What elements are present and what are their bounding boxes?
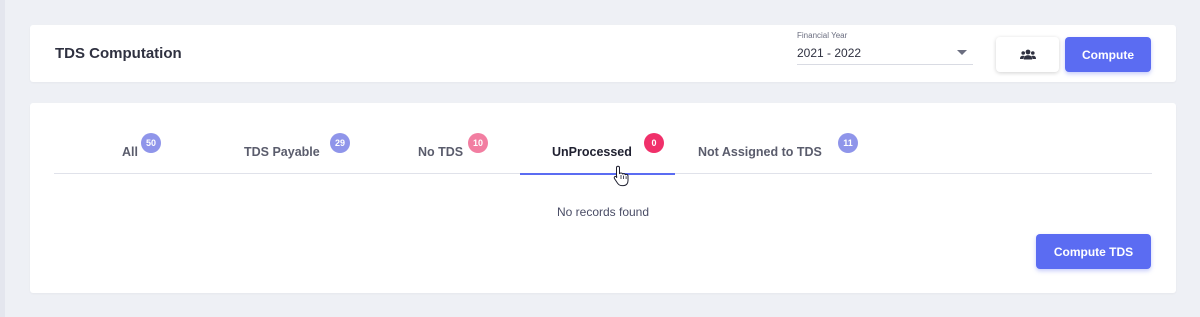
tab-label: No TDS bbox=[418, 145, 464, 159]
tab-count-badge: 0 bbox=[644, 133, 664, 153]
caret-down-icon bbox=[957, 50, 967, 55]
active-tab-indicator bbox=[520, 173, 675, 175]
tab-all[interactable]: All 50 bbox=[114, 133, 194, 174]
tab-count-badge: 11 bbox=[838, 133, 858, 153]
financial-year-value: 2021 - 2022 bbox=[797, 46, 862, 60]
left-edge bbox=[0, 0, 5, 317]
tab-label: TDS Payable bbox=[244, 145, 320, 159]
hand-cursor-icon bbox=[613, 165, 629, 187]
empty-state-message: No records found bbox=[556, 205, 650, 219]
compute-tds-button[interactable]: Compute TDS bbox=[1036, 234, 1151, 269]
compute-button[interactable]: Compute bbox=[1065, 37, 1151, 72]
tab-bar: All 50 TDS Payable 29 No TDS 10 UnProces… bbox=[54, 133, 1152, 175]
tab-label: Not Assigned to TDS bbox=[698, 145, 822, 159]
users-icon bbox=[1019, 49, 1036, 60]
users-button[interactable] bbox=[996, 37, 1059, 72]
tab-unprocessed[interactable]: UnProcessed 0 bbox=[520, 133, 675, 175]
financial-year-label: Financial Year bbox=[797, 31, 848, 40]
tab-no-tds[interactable]: No TDS 10 bbox=[411, 133, 501, 174]
tab-label: UnProcessed bbox=[552, 145, 632, 159]
main-card: All 50 TDS Payable 29 No TDS 10 UnProces… bbox=[30, 103, 1176, 293]
page: TDS Computation Financial Year 2021 - 20… bbox=[0, 0, 1200, 317]
tab-label: All bbox=[122, 145, 138, 159]
tab-not-assigned-to-tds[interactable]: Not Assigned to TDS 11 bbox=[692, 133, 872, 174]
tab-count-badge: 29 bbox=[330, 133, 350, 153]
header-card: TDS Computation Financial Year 2021 - 20… bbox=[30, 25, 1176, 82]
tab-count-badge: 10 bbox=[468, 133, 488, 153]
tab-tds-payable[interactable]: TDS Payable 29 bbox=[237, 133, 357, 174]
financial-year-select[interactable]: Financial Year 2021 - 2022 bbox=[797, 31, 973, 65]
page-title: TDS Computation bbox=[55, 45, 182, 62]
tab-count-badge: 50 bbox=[141, 133, 161, 153]
